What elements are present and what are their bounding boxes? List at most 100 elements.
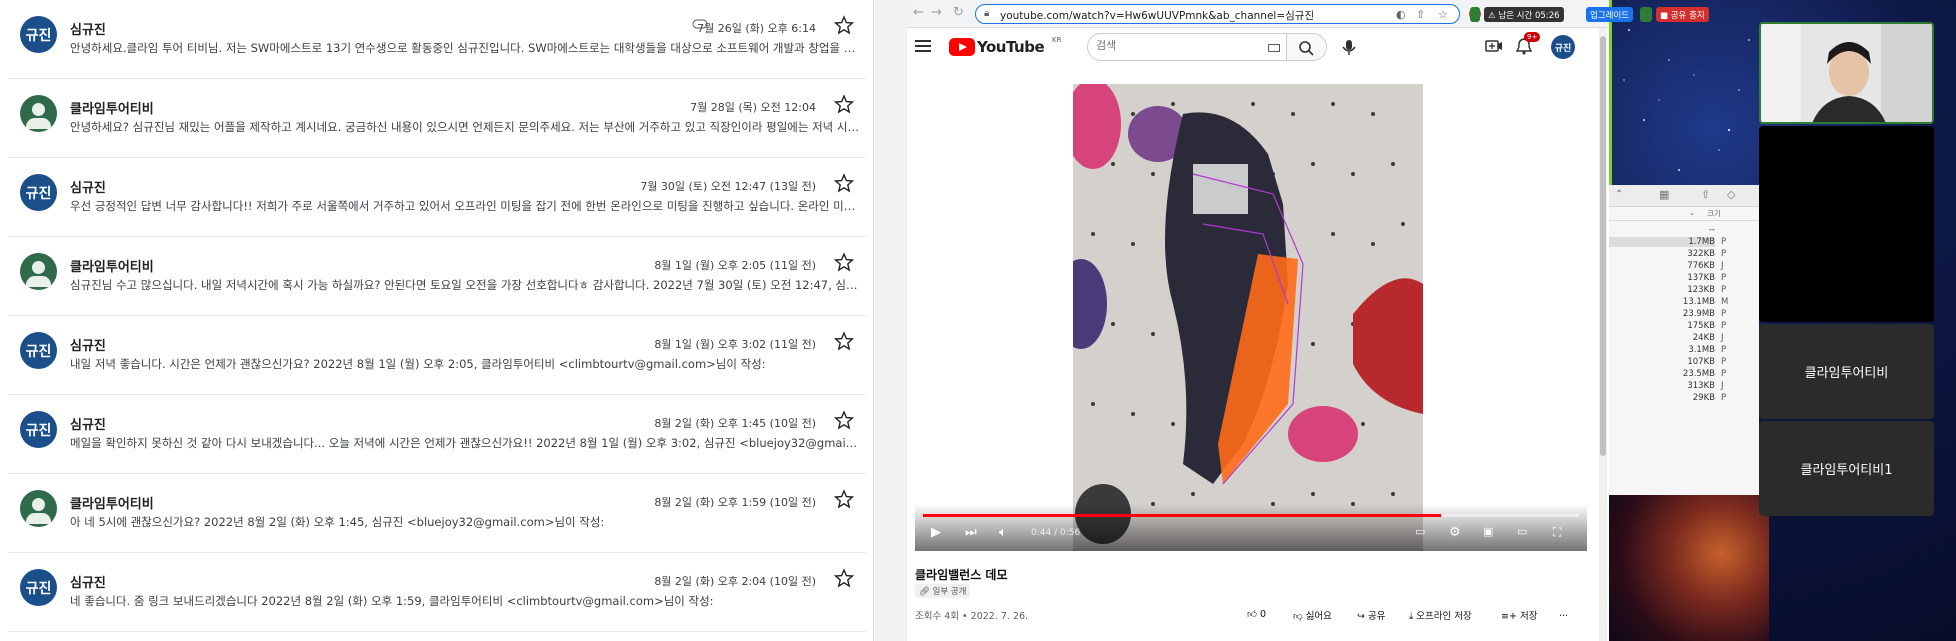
reload-icon[interactable]: ↻ xyxy=(953,5,964,20)
file-kind: P xyxy=(1721,249,1727,259)
email-row[interactable]: 규진 심규진 7월 30일 (토) 오전 12:47 (13일 전) 우선 긍정… xyxy=(8,158,866,237)
back-icon[interactable]: ← xyxy=(913,5,924,20)
share-icon[interactable]: ⇧ xyxy=(1416,8,1425,21)
like-button[interactable]: 👍︎ 0 xyxy=(1247,608,1266,620)
sender-avatar: 규진 xyxy=(20,16,57,53)
recording-icon xyxy=(1470,7,1480,22)
playlist-add-icon: ≡+ xyxy=(1501,611,1517,622)
nebula-wallpaper xyxy=(1609,495,1769,641)
theater-mode-icon[interactable]: ▭ xyxy=(1517,525,1527,538)
sender-avatar xyxy=(20,490,57,527)
star-icon[interactable] xyxy=(834,489,854,509)
more-actions-button[interactable]: ... xyxy=(1559,608,1568,619)
file-kind: J xyxy=(1721,333,1724,343)
star-icon[interactable] xyxy=(834,331,854,351)
bookmark-star-icon[interactable]: ☆ xyxy=(1438,8,1448,21)
sender-avatar: 규진 xyxy=(20,332,57,369)
time-display: 0:44 / 0:56 xyxy=(1031,528,1081,538)
panel-divider xyxy=(875,0,907,641)
sender-name: 심규진 xyxy=(70,339,106,354)
email-row[interactable]: 클라임투어티비 8월 2일 (화) 오후 1:59 (10일 전) 아 네 5시… xyxy=(8,474,866,553)
progress-bar[interactable] xyxy=(923,514,1579,517)
share-button[interactable]: ↪ 공유 xyxy=(1357,608,1385,622)
subtitles-icon[interactable]: ▭ xyxy=(1415,525,1425,538)
microphone-icon[interactable] xyxy=(1339,37,1359,57)
forward-icon[interactable]: → xyxy=(931,5,942,20)
youtube-logo-icon[interactable] xyxy=(949,38,975,56)
extension-icon[interactable]: ◐ xyxy=(1396,8,1406,21)
email-snippet: 우선 긍정적인 답변 너무 감사합니다!! 저희가 주로 서울쪽에서 거주하고 … xyxy=(70,199,860,213)
dislike-label: 싫어요 xyxy=(1305,611,1332,622)
star-icon[interactable] xyxy=(834,15,854,35)
url-text[interactable]: youtube.com/watch?v=Hw6wUUVPmnk&ab_chann… xyxy=(1000,8,1314,23)
youtube-header: YouTube KR 9+ 규진 xyxy=(907,28,1597,68)
participant-tile-2[interactable]: 클라임투어티비1 xyxy=(1759,421,1934,516)
file-kind: P xyxy=(1721,393,1727,403)
sender-avatar: 규진 xyxy=(20,569,57,606)
email-row[interactable]: 규진 심규진 7월 26일 (화) 오후 6:14 안녕하세요.클라임 투어 티… xyxy=(8,0,866,79)
email-snippet: 심규진님 수고 많으십니다. 내일 저녁시간에 혹시 가능 하실까요? 안된다면… xyxy=(70,278,860,292)
size-column-header[interactable]: 크기 xyxy=(1707,208,1721,219)
star-icon[interactable] xyxy=(834,94,854,114)
next-icon[interactable]: ⏭ xyxy=(965,525,977,540)
star-icon[interactable] xyxy=(834,252,854,272)
email-row[interactable]: 규진 심규진 8월 2일 (화) 오후 2:04 (10일 전) 네 좋습니다.… xyxy=(8,553,866,632)
participant-video-self[interactable] xyxy=(1759,22,1934,124)
star-icon[interactable] xyxy=(834,568,854,588)
fullscreen-icon[interactable]: ⛶ xyxy=(1553,525,1561,540)
save-button[interactable]: ≡+ 저장 xyxy=(1501,608,1537,622)
time-left-value: 05:26 xyxy=(1535,11,1560,21)
chevron-updown-icon[interactable]: ⌃ xyxy=(1615,189,1623,200)
settings-gear-icon[interactable]: ⚙ xyxy=(1449,525,1461,540)
search-box[interactable] xyxy=(1087,33,1287,61)
progress-fill xyxy=(923,514,1442,517)
address-bar[interactable]: 🔒︎ youtube.com/watch?v=Hw6wUUVPmnk&ab_ch… xyxy=(975,4,1460,24)
offline-save-button[interactable]: ⤓ 오프라인 저장 xyxy=(1409,608,1472,622)
dislike-button[interactable]: 👎︎ 싫어요 xyxy=(1293,608,1332,622)
file-kind: M xyxy=(1721,297,1729,307)
email-row[interactable]: 규진 심규진 8월 2일 (화) 오후 1:45 (10일 전) 메일을 확인하… xyxy=(8,395,866,474)
stop-share-label: 공유 중지 xyxy=(1670,11,1705,21)
email-snippet: 아 네 5시에 괜찮으신가요? 2022년 8월 2일 (화) 오후 1:45,… xyxy=(70,515,605,529)
sender-avatar: 규진 xyxy=(20,174,57,211)
email-snippet: 내일 저녁 좋습니다. 시간은 언제가 괜찮으신가요? 2022년 8월 1일 … xyxy=(70,357,766,371)
climbing-video-image xyxy=(1073,84,1423,551)
participant-tile-1[interactable]: 클라임투어티비 xyxy=(1759,324,1934,419)
like-count: 0 xyxy=(1259,609,1267,620)
file-kind: P xyxy=(1721,309,1727,319)
chevron-down-icon[interactable]: ⌄ xyxy=(1689,208,1695,217)
save-label: 저장 xyxy=(1519,611,1538,622)
stop-share-button[interactable]: ■ 공유 중지 xyxy=(1656,7,1709,22)
email-row[interactable]: 클라임투어티비 8월 1일 (월) 오후 2:05 (11일 전) 심규진님 수… xyxy=(8,237,866,316)
video-frame[interactable] xyxy=(1073,84,1423,551)
file-kind: J xyxy=(1721,261,1724,271)
volume-icon[interactable]: 🔈︎ xyxy=(999,525,1007,540)
menu-icon[interactable] xyxy=(915,40,931,52)
file-size: 13.1MB xyxy=(1682,297,1715,307)
email-row[interactable]: 클라임투어티비 7월 28일 (목) 오전 12:04 안녕하세요? 심규진님 … xyxy=(8,79,866,158)
star-icon[interactable] xyxy=(834,173,854,193)
grid-view-icon[interactable]: ▦ xyxy=(1659,188,1669,201)
miniplayer-icon[interactable]: ▣ xyxy=(1483,525,1493,538)
create-video-icon[interactable] xyxy=(1485,39,1503,53)
sender-avatar xyxy=(20,253,57,290)
email-row[interactable]: 규진 심규진 8월 1일 (월) 오후 3:02 (11일 전) 내일 저녁 좋… xyxy=(8,316,866,395)
time-remaining: ⚠ 남은 시간 05:26 xyxy=(1484,7,1564,22)
star-icon[interactable] xyxy=(834,410,854,430)
keyboard-icon[interactable] xyxy=(1268,44,1280,52)
participant-video-off[interactable] xyxy=(1759,126,1934,322)
upgrade-button[interactable]: 업그레이드 xyxy=(1586,7,1634,22)
notification-count-badge: 9+ xyxy=(1524,32,1541,42)
search-input[interactable] xyxy=(1096,39,1266,52)
video-player[interactable]: ▶ ⏭ 🔈︎ 0:44 / 0:56 ▭ ⚙ ▣ ▭ ⛶ xyxy=(915,84,1587,551)
tag-icon[interactable]: ◇ xyxy=(1727,188,1735,201)
play-icon[interactable]: ▶ xyxy=(931,525,941,540)
youtube-wordmark[interactable]: YouTube xyxy=(977,38,1045,56)
email-snippet: 네 좋습니다. 줌 링크 보내드리겠습니다 2022년 8월 2일 (화) 오후… xyxy=(70,594,714,608)
scrollbar-thumb[interactable] xyxy=(1600,36,1606,456)
search-button[interactable] xyxy=(1287,33,1327,61)
file-kind: P xyxy=(1721,321,1727,331)
account-avatar[interactable]: 규진 xyxy=(1551,35,1575,59)
share-icon[interactable]: ⇧ xyxy=(1701,188,1710,201)
page-scrollbar[interactable] xyxy=(1599,28,1607,641)
